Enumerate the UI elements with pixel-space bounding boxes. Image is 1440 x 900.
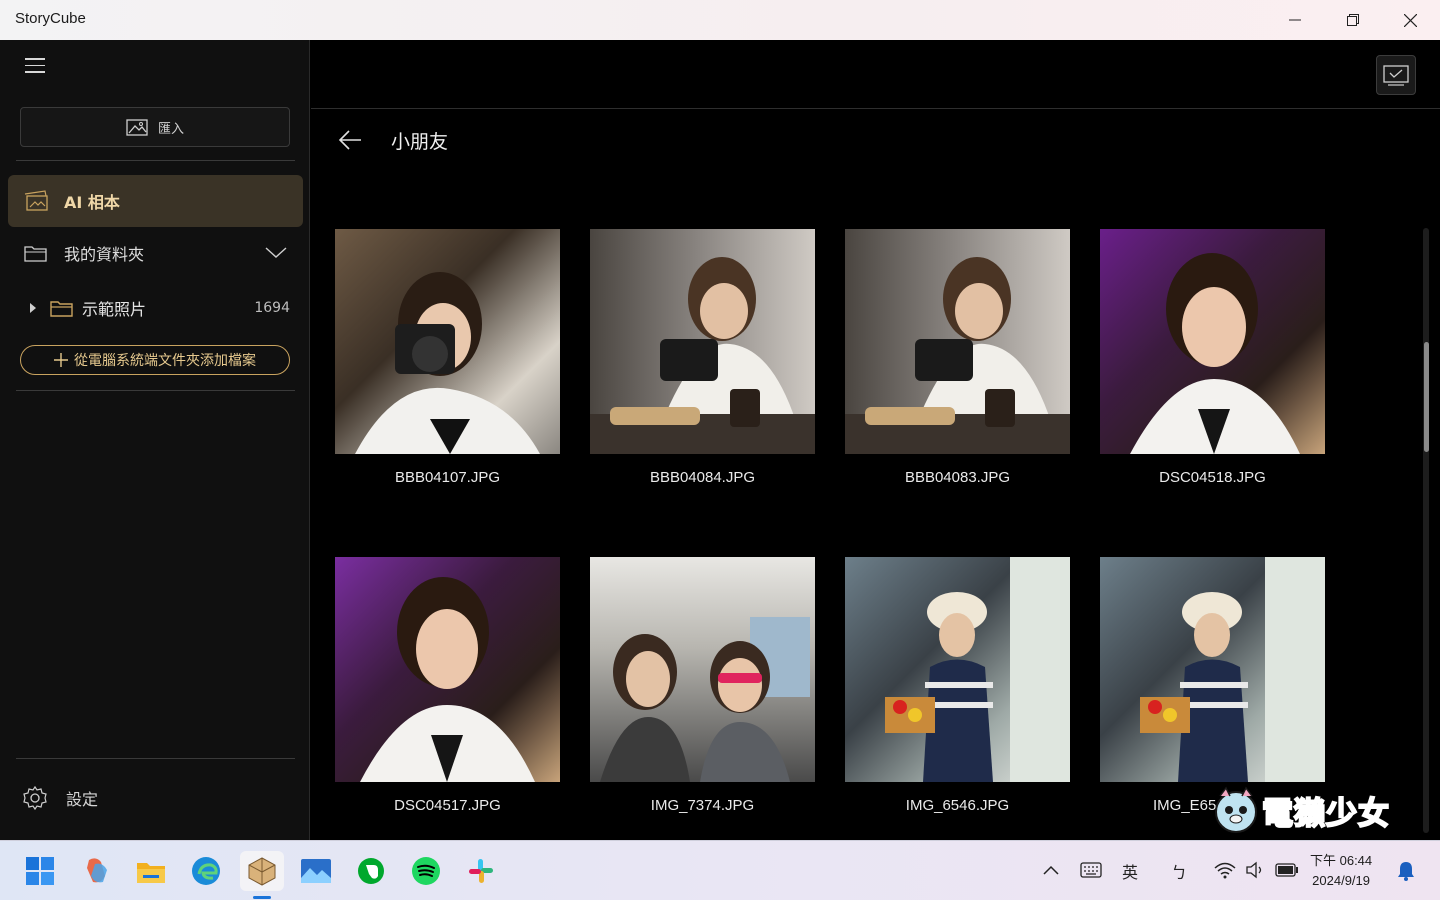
photo-thumbnail[interactable] [1100, 557, 1325, 782]
watermark-logo: 電獺少女 [1210, 783, 1420, 837]
settings-label: 設定 [66, 790, 99, 809]
photo-image [845, 257, 1070, 454]
photo-image [360, 577, 535, 782]
app-title: StoryCube [15, 10, 86, 27]
chevron-down-icon[interactable] [265, 247, 287, 259]
photo-thumbnail[interactable] [590, 229, 815, 454]
image-import-icon [126, 119, 148, 136]
menu-icon[interactable] [25, 58, 45, 74]
volume-icon[interactable] [1245, 861, 1265, 879]
ime-mode[interactable]: ㄅ [1171, 859, 1187, 883]
sidebar-item-ai-album[interactable]: AI 相本 [8, 175, 303, 227]
scrollbar-thumb[interactable] [1424, 342, 1429, 452]
spotify-icon[interactable] [406, 851, 446, 891]
photos-icon[interactable] [296, 851, 336, 891]
ime-language[interactable]: 英 [1122, 859, 1138, 883]
sidebar: 匯入 AI 相本 我的資料夾 示範照片 1694 從電腦系統端文件夾添加檔案 設… [0, 40, 310, 840]
close-icon [1403, 13, 1417, 27]
keyboard-icon[interactable] [1080, 862, 1102, 878]
import-button[interactable]: 匯入 [20, 107, 290, 147]
ai-album-label: AI 相本 [64, 193, 120, 212]
album-icon [24, 190, 48, 211]
photo-filename: BBB04083.JPG [904, 469, 1011, 486]
photo-thumbnail[interactable] [845, 229, 1070, 454]
photo-count: 1694 [254, 300, 290, 316]
divider [311, 108, 1440, 109]
edge-icon[interactable] [186, 851, 226, 891]
photo-filename: BBB04084.JPG [649, 469, 756, 486]
wifi-icon[interactable] [1214, 861, 1236, 879]
clock-date: 2024/9/19 [1312, 873, 1370, 888]
photo-image [590, 257, 815, 454]
slideshow-button[interactable] [1376, 55, 1416, 95]
chevron-up-icon[interactable] [1043, 865, 1059, 875]
photo-image [600, 617, 810, 782]
scrollbar-track[interactable] [1423, 228, 1429, 833]
photo-thumbnail[interactable] [845, 557, 1070, 782]
windows-start-icon[interactable] [20, 851, 60, 891]
minimize-icon [1289, 19, 1301, 21]
album-title: 小朋友 [391, 131, 449, 153]
photo-image [355, 272, 540, 454]
file-explorer-icon[interactable] [131, 851, 171, 891]
title-bar: StoryCube [0, 0, 1440, 40]
main-panel: 小朋友 BBB04107.JPG BBB04084.JPG BBB04083.J… [311, 40, 1440, 840]
photo-filename: DSC04517.JPG [394, 797, 501, 814]
sidebar-item-my-folders[interactable]: 我的資料夾 [8, 230, 303, 276]
back-arrow-icon[interactable] [337, 128, 363, 152]
folder-icon [24, 246, 47, 262]
add-files-button[interactable]: 從電腦系統端文件夾添加檔案 [20, 345, 290, 375]
clock-time: 下午 06:44 [1310, 853, 1373, 868]
photo-thumbnail[interactable] [590, 557, 815, 782]
otter-mascot-icon [1215, 786, 1257, 833]
divider [16, 390, 295, 391]
battery-icon[interactable] [1275, 863, 1299, 877]
settings-button[interactable]: 設定 [22, 785, 98, 811]
close-button[interactable] [1382, 0, 1438, 40]
photo-image [1140, 557, 1325, 782]
add-files-label: 從電腦系統端文件夾添加檔案 [74, 353, 256, 369]
evernote-icon[interactable] [351, 851, 391, 891]
taskbar: 英 ㄅ 下午 06:44 2024/9/19 [0, 840, 1440, 900]
copilot-icon[interactable] [76, 851, 116, 891]
minimize-button[interactable] [1267, 0, 1323, 40]
photo-filename: IMG_7374.JPG [650, 797, 755, 814]
photo-thumbnail[interactable] [335, 229, 560, 454]
photo-image [1130, 253, 1300, 454]
photo-filename: BBB04107.JPG [394, 469, 501, 486]
restore-icon [1347, 14, 1359, 26]
divider [16, 160, 295, 161]
import-label: 匯入 [157, 121, 184, 137]
photo-thumbnail[interactable] [1100, 229, 1325, 454]
photo-thumbnail[interactable] [335, 557, 560, 782]
restore-button[interactable] [1325, 0, 1381, 40]
slack-icon[interactable] [461, 851, 501, 891]
plus-icon [54, 353, 68, 367]
notification-bell-icon[interactable] [1396, 860, 1416, 882]
photo-filename: DSC04518.JPG [1159, 469, 1266, 486]
divider [16, 758, 295, 759]
sidebar-item-sample-photos[interactable]: 示範照片 1694 [28, 290, 298, 326]
my-folders-label: 我的資料夾 [64, 245, 145, 264]
expand-arrow-icon[interactable] [28, 302, 38, 314]
sample-folder-label: 示範照片 [82, 300, 147, 319]
storycube-taskbar-icon[interactable] [240, 851, 284, 899]
folder-icon [50, 301, 73, 317]
photo-filename: IMG_6546.JPG [905, 797, 1010, 814]
slideshow-icon [1383, 65, 1409, 86]
system-clock[interactable]: 下午 06:44 2024/9/19 [1310, 851, 1372, 891]
photo-image [885, 557, 1070, 782]
watermark-text: 電獺少女 [1261, 795, 1390, 833]
gear-icon [23, 785, 47, 811]
